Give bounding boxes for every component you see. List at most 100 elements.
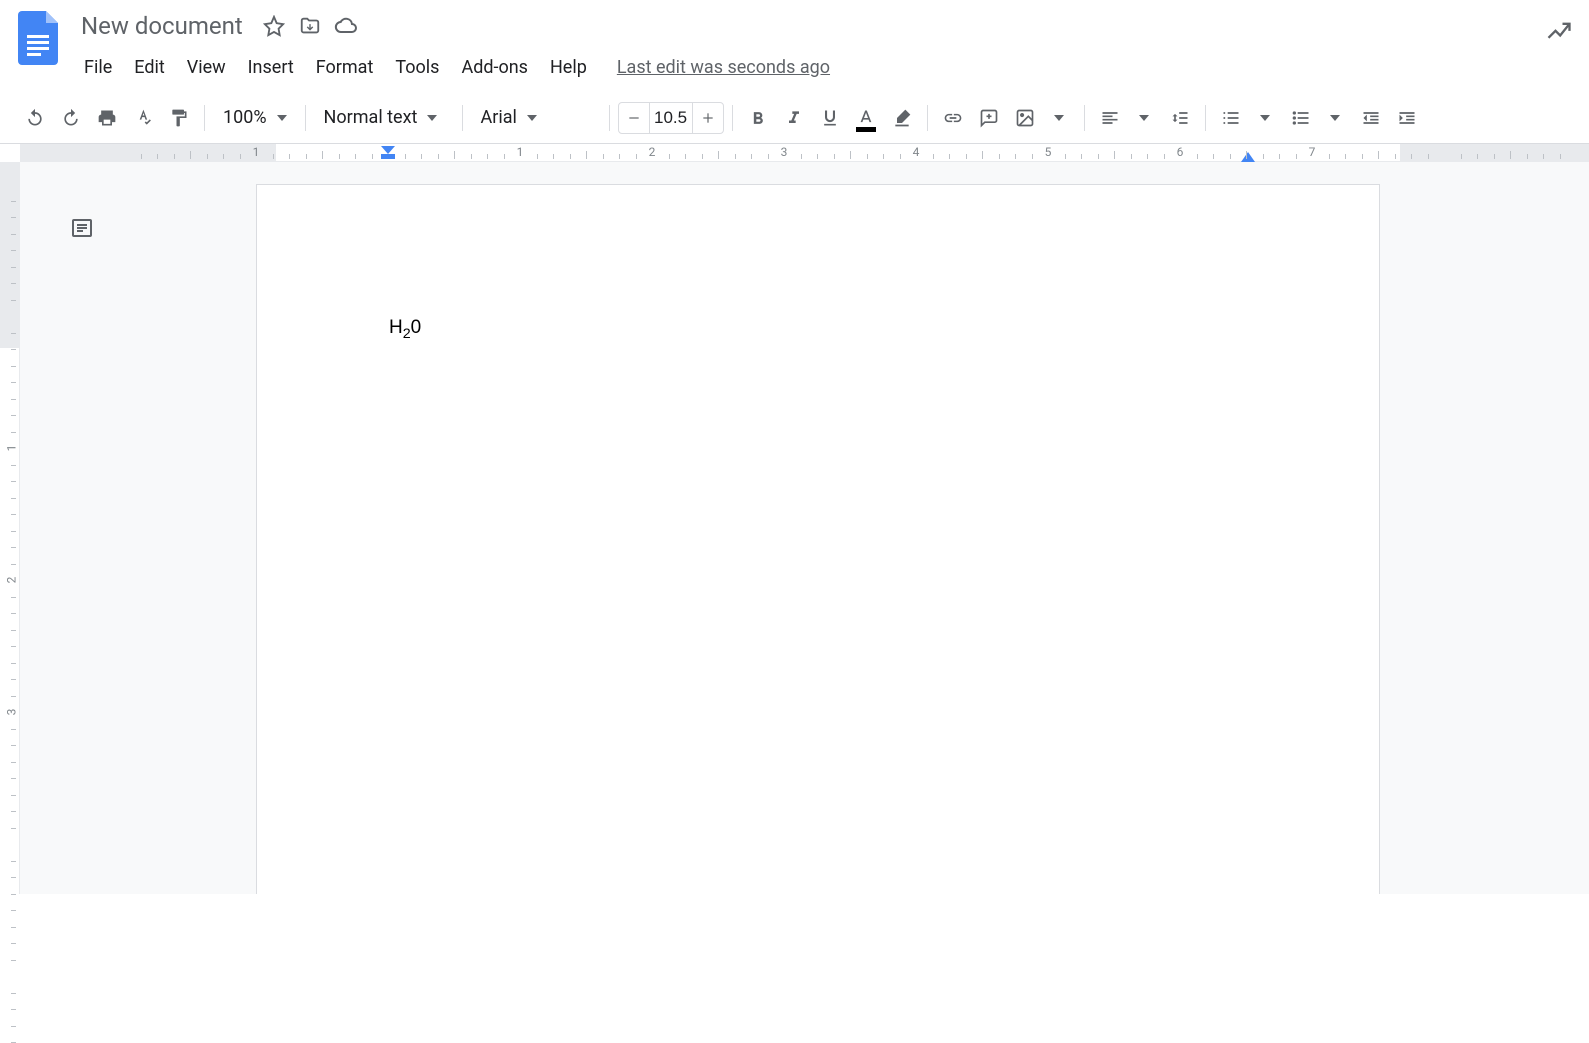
indent-marker-right[interactable] (1241, 152, 1255, 162)
ruler-tick (11, 300, 16, 301)
align-dropdown[interactable] (1127, 101, 1161, 135)
ruler-tick (1296, 154, 1297, 159)
separator (305, 105, 306, 131)
paragraph-style-combo[interactable]: Normal text (314, 101, 454, 135)
ruler-tick (1032, 154, 1033, 159)
ruler-number: 4 (913, 145, 920, 159)
cloud-status-icon[interactable] (334, 14, 358, 38)
ruler-tick (11, 349, 16, 350)
ruler-tick (11, 1009, 16, 1010)
font-size-input[interactable] (649, 103, 693, 133)
docs-logo[interactable] (16, 8, 60, 68)
underline-button[interactable] (813, 101, 847, 135)
increase-indent-button[interactable] (1390, 101, 1424, 135)
insert-image-button[interactable] (1008, 101, 1076, 135)
ruler-number: 1 (5, 445, 19, 452)
print-button[interactable] (90, 101, 124, 135)
menu-view[interactable]: View (177, 53, 236, 82)
menu-file[interactable]: File (74, 53, 122, 82)
paint-format-button[interactable] (162, 101, 196, 135)
insert-image-dropdown[interactable] (1042, 101, 1076, 135)
indent-marker-left[interactable] (381, 146, 395, 160)
ruler-tick (11, 498, 16, 499)
menu-addons[interactable]: Add-ons (451, 53, 538, 82)
menu-help[interactable]: Help (540, 53, 597, 82)
add-comment-button[interactable] (972, 101, 1006, 135)
bulleted-list-button[interactable] (1284, 101, 1352, 135)
ruler-tick (718, 151, 719, 159)
ruler-tick (174, 154, 175, 159)
document-canvas[interactable]: H20 (20, 162, 1589, 894)
italic-button[interactable] (777, 101, 811, 135)
text-color-button[interactable] (849, 101, 883, 135)
ruler-tick (11, 729, 16, 730)
spellcheck-button[interactable] (126, 101, 160, 135)
page[interactable]: H20 (256, 184, 1380, 894)
move-icon[interactable] (298, 14, 322, 38)
ruler-tick (1263, 154, 1264, 159)
ruler-tick (1428, 154, 1429, 159)
bold-button[interactable] (741, 101, 775, 135)
ruler-number: 7 (1309, 145, 1316, 159)
numbered-list-button[interactable] (1214, 101, 1282, 135)
insert-link-button[interactable] (936, 101, 970, 135)
redo-button[interactable] (54, 101, 88, 135)
menu-tools[interactable]: Tools (385, 53, 449, 82)
font-label: Arial (481, 107, 517, 128)
document-title[interactable]: New document (74, 9, 250, 43)
font-size-decrease[interactable] (619, 103, 649, 133)
line-spacing-button[interactable] (1163, 101, 1197, 135)
ruler-tick (1279, 154, 1280, 159)
ruler-tick (553, 154, 554, 159)
activity-icon[interactable] (1545, 18, 1573, 46)
highlight-button[interactable] (885, 101, 919, 135)
vertical-ruler[interactable]: 123 (0, 162, 20, 894)
menu-insert[interactable]: Insert (238, 53, 304, 82)
bulleted-list-dropdown[interactable] (1318, 101, 1352, 135)
star-icon[interactable] (262, 14, 286, 38)
last-edit-link[interactable]: Last edit was seconds ago (617, 57, 830, 78)
horizontal-ruler[interactable]: 11234567 (20, 144, 1589, 162)
ruler-number: 3 (781, 145, 788, 159)
ruler-number: 1 (253, 145, 260, 159)
ruler-tick (1065, 154, 1066, 159)
numbered-list-dropdown[interactable] (1248, 101, 1282, 135)
chevron-down-icon (1139, 115, 1149, 121)
outline-toggle-button[interactable] (64, 210, 100, 246)
ruler-tick (11, 366, 16, 367)
ruler-tick (471, 154, 472, 159)
zoom-label: 100% (223, 107, 267, 128)
paragraph-style-label: Normal text (324, 107, 418, 128)
font-combo[interactable]: Arial (471, 101, 601, 135)
ruler-tick (11, 943, 16, 944)
ruler-tick (982, 151, 983, 159)
ruler-tick (11, 234, 16, 235)
ruler-number: 2 (649, 145, 656, 159)
ruler-tick (933, 154, 934, 159)
ruler-number: 2 (5, 577, 19, 584)
ruler-tick (1378, 151, 1379, 159)
menu-edit[interactable]: Edit (124, 53, 174, 82)
ruler-tick (1131, 154, 1132, 159)
ruler-tick (11, 547, 16, 548)
ruler-tick (817, 154, 818, 159)
ruler-tick (11, 283, 16, 284)
ruler-tick (11, 646, 16, 647)
ruler-tick (619, 154, 620, 159)
decrease-indent-button[interactable] (1354, 101, 1388, 135)
menu-format[interactable]: Format (306, 53, 384, 82)
font-size-increase[interactable] (693, 103, 723, 133)
ruler-tick (867, 154, 868, 159)
ruler-tick (669, 154, 670, 159)
ruler-tick (11, 465, 16, 466)
undo-button[interactable] (18, 101, 52, 135)
align-button[interactable] (1093, 101, 1161, 135)
zoom-combo[interactable]: 100% (213, 101, 297, 135)
ruler-tick (1510, 151, 1511, 159)
ruler-tick (11, 811, 16, 812)
ruler-tick (966, 154, 967, 159)
ruler-tick (1213, 154, 1214, 159)
ruler-tick (405, 154, 406, 159)
text-color-swatch (856, 127, 876, 132)
document-content[interactable]: H20 (389, 317, 1247, 342)
